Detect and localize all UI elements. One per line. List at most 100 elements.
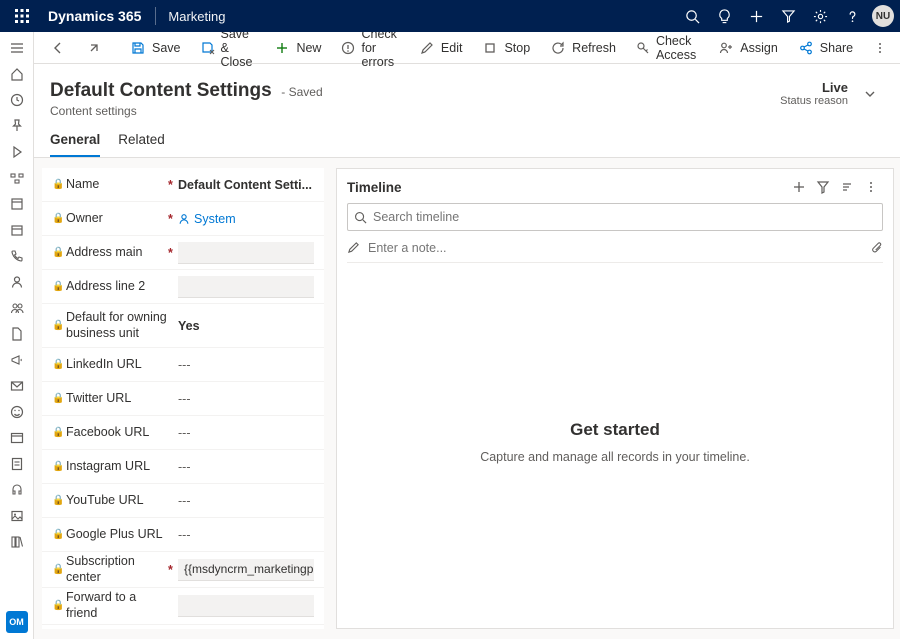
tab-related[interactable]: Related [118,132,165,157]
nav-social[interactable] [3,400,31,424]
nav-templates[interactable] [3,192,31,216]
field-value[interactable]: {{msdyncrm_marketingp [178,559,314,581]
save-close-button[interactable]: Save & Close [193,34,263,62]
owner-link[interactable]: System [178,212,236,226]
field-value[interactable] [178,242,314,264]
field-default-bu[interactable]: 🔒 Default for owning business unit Yes [42,304,324,348]
nav-contacts-multi[interactable] [3,296,31,320]
field-facebook[interactable]: 🔒 Facebook URL --- [42,416,324,450]
template-icon [10,197,24,211]
settings-button[interactable] [804,0,836,32]
check-access-button[interactable]: Check Access [628,34,706,62]
save-button[interactable]: Save [122,34,189,62]
people-icon [10,301,24,315]
nav-call2[interactable] [3,478,31,502]
image-icon [10,509,24,523]
timeline-note-row[interactable] [347,233,883,263]
edit-button[interactable]: Edit [411,34,471,62]
app-launcher-button[interactable] [6,0,38,32]
field-youtube[interactable]: 🔒 YouTube URL --- [42,484,324,518]
nav-recent[interactable] [3,88,31,112]
nav-divider [155,7,156,25]
status-block: Live Status reason [780,80,856,107]
new-button[interactable]: New [266,34,329,62]
app-name-label[interactable]: Marketing [160,9,233,24]
lock-icon: 🔒 [52,427,64,438]
field-owner[interactable]: 🔒 Owner * System [42,202,324,236]
quick-create-button[interactable] [740,0,772,32]
share-button[interactable]: Share [790,34,861,62]
attachment-icon[interactable] [871,241,883,255]
status-label: Status reason [780,95,848,107]
nav-play[interactable] [3,140,31,164]
nav-web[interactable] [3,426,31,450]
field-value[interactable] [178,276,314,298]
nav-home[interactable] [3,62,31,86]
field-forward[interactable]: 🔒 Forward to a friend [42,588,324,624]
timeline-search[interactable] [347,203,883,231]
field-value: System [178,208,314,230]
field-value: Default Content Setti... [178,174,314,196]
tab-general[interactable]: General [50,132,100,157]
field-value: Yes [178,315,314,337]
refresh-button[interactable]: Refresh [542,34,624,62]
timeline-filter-button[interactable] [811,175,835,199]
open-new-button[interactable] [78,34,110,62]
entity-label: Content settings [50,104,780,118]
assign-button[interactable]: Assign [710,34,786,62]
plus-icon [275,41,289,55]
lock-icon: 🔒 [52,359,64,370]
nav-reports[interactable] [3,322,31,346]
lock-icon: 🔒 [52,281,64,292]
lock-icon: 🔒 [52,393,64,404]
advanced-find-button[interactable] [772,0,804,32]
check-errors-button[interactable]: Check for errors [333,34,406,62]
assistant-button[interactable] [708,0,740,32]
cmd-overflow-button[interactable] [865,34,895,62]
nav-segments[interactable] [3,166,31,190]
timeline-more-button[interactable] [859,175,883,199]
nav-contacts-single[interactable] [3,270,31,294]
nav-email[interactable] [3,374,31,398]
timeline-add-button[interactable] [787,175,811,199]
segments-icon [10,171,24,185]
stop-button[interactable]: Stop [474,34,538,62]
timeline-search-input[interactable] [373,210,876,224]
help-button[interactable] [836,0,868,32]
field-value: --- [178,456,314,478]
form-icon [10,457,24,471]
share-label: Share [820,41,853,55]
nav-phone[interactable] [3,244,31,268]
nav-pinned[interactable] [3,114,31,138]
new-label: New [296,41,321,55]
back-button[interactable] [42,34,74,62]
field-linkedin[interactable]: 🔒 LinkedIn URL --- [42,348,324,382]
nav-library[interactable] [3,530,31,554]
user-avatar[interactable]: NU [872,5,894,27]
nav-assets[interactable] [3,504,31,528]
area-switcher[interactable]: OM [6,611,28,633]
nav-calendar[interactable] [3,218,31,242]
field-instagram[interactable]: 🔒 Instagram URL --- [42,450,324,484]
person-icon [178,213,190,225]
share-icon [799,41,813,55]
stop-icon [483,41,497,55]
search-button[interactable] [676,0,708,32]
field-address-main[interactable]: 🔒 Address main * [42,236,324,270]
brand-label[interactable]: Dynamics 365 [38,8,151,24]
nav-forms[interactable] [3,452,31,476]
record-header: Default Content Settings - Saved Content… [34,64,900,118]
nav-toggle-button[interactable] [3,36,31,60]
timeline-note-input[interactable] [368,241,863,255]
nav-announcement[interactable] [3,348,31,372]
field-twitter[interactable]: 🔒 Twitter URL --- [42,382,324,416]
field-name[interactable]: 🔒 Name * Default Content Setti... [42,168,324,202]
header-expand-button[interactable] [856,80,884,108]
field-address2[interactable]: 🔒 Address line 2 [42,270,324,304]
calendar-icon [10,223,24,237]
field-googleplus[interactable]: 🔒 Google Plus URL --- [42,518,324,552]
field-value[interactable] [178,595,314,617]
field-subscription-center[interactable]: 🔒 Subscription center * {{msdyncrm_marke… [42,552,324,588]
owner-name: System [194,212,236,226]
timeline-sort-button[interactable] [835,175,859,199]
